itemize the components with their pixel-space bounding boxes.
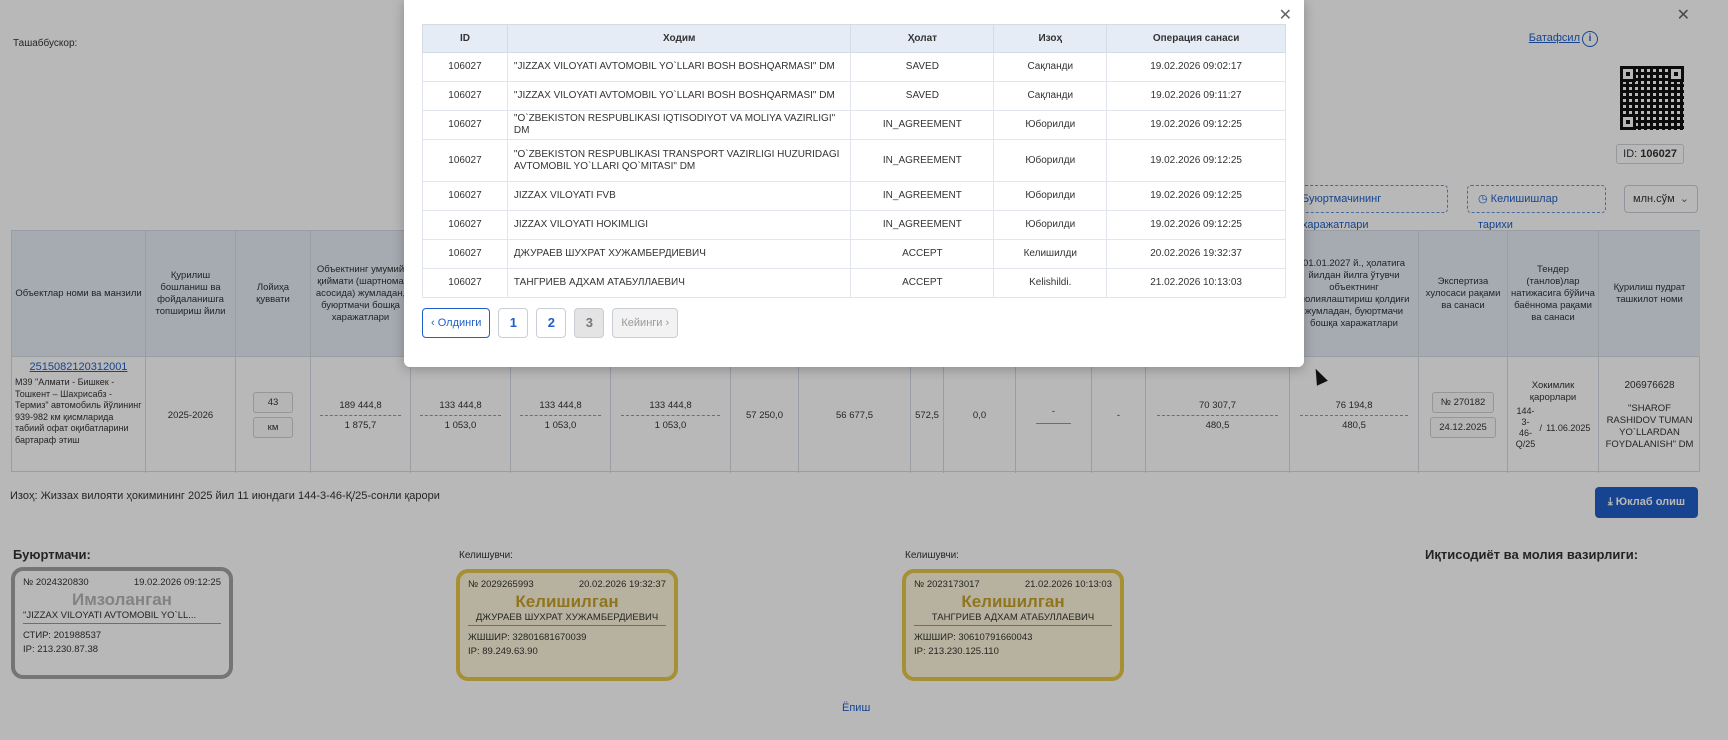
cell-employee: JIZZAX VILOYATI FVB — [506, 181, 852, 211]
page-1-button[interactable]: 1 — [498, 308, 529, 338]
cell-id: 106027 — [422, 181, 508, 211]
table-row: 106027 "JIZZAX VILOYATI AVTOMOBIL YO`LLA… — [422, 52, 1286, 82]
table-row: 106027 ТАНГРИЕВ АДХАМ АТАБУЛЛАЕВИЧ ACCEP… — [422, 268, 1286, 298]
chevron-left-icon: ‹ — [431, 317, 438, 329]
col-note: Изоҳ — [993, 24, 1108, 53]
cell-note: Келишилди — [993, 239, 1108, 269]
col-id: ID — [422, 24, 508, 53]
cell-note: Юборилди — [993, 210, 1108, 240]
cell-id: 106027 — [422, 52, 508, 82]
cell-date: 19.02.2026 09:12:25 — [1106, 139, 1286, 182]
cell-id: 106027 — [422, 239, 508, 269]
page-2-button[interactable]: 2 — [536, 308, 567, 338]
close-icon[interactable]: ✕ — [1279, 5, 1292, 25]
cell-id: 106027 — [422, 110, 508, 140]
cell-employee: ДЖУРАЕВ ШУХРАТ ХУЖАМБЕРДИЕВИЧ — [506, 239, 852, 269]
table-row: 106027 "O`ZBEKISTON RESPUBLIKASI IQTISOD… — [422, 110, 1286, 140]
cell-employee: "JIZZAX VILOYATI AVTOMOBIL YO`LLARI BOSH… — [506, 81, 852, 111]
table-row: 106027 JIZZAX VILOYATI HOKIMLIGI IN_AGRE… — [422, 210, 1286, 240]
cell-employee: JIZZAX VILOYATI HOKIMLIGI — [506, 210, 852, 240]
history-modal: ✕ ID Ходим Ҳолат Изоҳ Операция санаси 10… — [404, 0, 1304, 367]
cell-status: SAVED — [850, 52, 995, 82]
cell-date: 19.02.2026 09:02:17 — [1106, 52, 1286, 82]
col-employee: Ходим — [506, 24, 852, 53]
next-page-button[interactable]: Кейинги › — [612, 308, 679, 338]
cell-note: Сақланди — [993, 81, 1108, 111]
cell-employee: ТАНГРИЕВ АДХАМ АТАБУЛЛАЕВИЧ — [506, 268, 852, 298]
col-status: Ҳолат — [850, 24, 995, 53]
cell-status: IN_AGREEMENT — [850, 110, 995, 140]
cell-status: SAVED — [850, 81, 995, 111]
cell-note: Kelishildi. — [993, 268, 1108, 298]
cell-note: Юборилди — [993, 139, 1108, 182]
cell-id: 106027 — [422, 268, 508, 298]
cell-status: IN_AGREEMENT — [850, 181, 995, 211]
chevron-right-icon: › — [662, 317, 670, 329]
table-row: 106027 "O`ZBEKISTON RESPUBLIKASI TRANSPO… — [422, 139, 1286, 182]
cell-employee: "O`ZBEKISTON RESPUBLIKASI TRANSPORT VAZI… — [506, 139, 852, 182]
cell-note: Юборилди — [993, 110, 1108, 140]
cell-status: ACCEPT — [850, 239, 995, 269]
table-row: 106027 JIZZAX VILOYATI FVB IN_AGREEMENT … — [422, 181, 1286, 211]
table-row: 106027 ДЖУРАЕВ ШУХРАТ ХУЖАМБЕРДИЕВИЧ ACC… — [422, 239, 1286, 269]
table-header-row: ID Ходим Ҳолат Изоҳ Операция санаси — [422, 24, 1286, 53]
col-date: Операция санаси — [1106, 24, 1286, 53]
page-3-button[interactable]: 3 — [574, 308, 605, 338]
table-row: 106027 "JIZZAX VILOYATI AVTOMOBIL YO`LLA… — [422, 81, 1286, 111]
cell-date: 19.02.2026 09:11:27 — [1106, 81, 1286, 111]
cell-date: 19.02.2026 09:12:25 — [1106, 210, 1286, 240]
cell-note: Сақланди — [993, 52, 1108, 82]
cell-date: 21.02.2026 10:13:03 — [1106, 268, 1286, 298]
cell-date: 19.02.2026 09:12:25 — [1106, 110, 1286, 140]
next-label: Кейинги — [621, 317, 663, 329]
cell-status: IN_AGREEMENT — [850, 139, 995, 182]
cell-status: IN_AGREEMENT — [850, 210, 995, 240]
cell-id: 106027 — [422, 139, 508, 182]
cell-date: 19.02.2026 09:12:25 — [1106, 181, 1286, 211]
pagination: ‹ Олдинги 1 2 3 Кейинги › — [422, 308, 679, 338]
cell-date: 20.02.2026 19:32:37 — [1106, 239, 1286, 269]
cell-employee: "O`ZBEKISTON RESPUBLIKASI IQTISODIYOT VA… — [506, 110, 852, 140]
cell-id: 106027 — [422, 81, 508, 111]
cell-note: Юборилди — [993, 181, 1108, 211]
prev-page-button[interactable]: ‹ Олдинги — [422, 308, 491, 338]
cell-id: 106027 — [422, 210, 508, 240]
cell-employee: "JIZZAX VILOYATI AVTOMOBIL YO`LLARI BOSH… — [506, 52, 852, 82]
history-table: ID Ходим Ҳолат Изоҳ Операция санаси 1060… — [422, 24, 1286, 298]
cell-status: ACCEPT — [850, 268, 995, 298]
prev-label: Олдинги — [437, 317, 482, 329]
